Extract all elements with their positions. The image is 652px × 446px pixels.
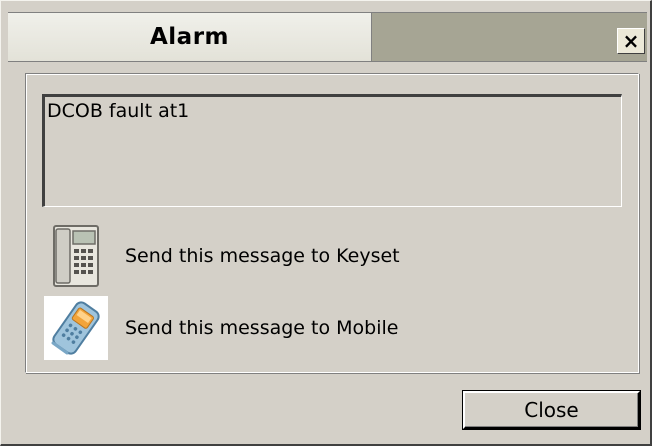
close-button[interactable]: Close	[462, 390, 641, 430]
close-window-button[interactable]: ×	[617, 28, 645, 54]
title-bar: Alarm ×	[8, 12, 647, 62]
send-to-mobile-label: Send this message to Mobile	[125, 317, 399, 339]
send-to-keyset-label: Send this message to Keyset	[125, 245, 400, 267]
title-tab: Alarm	[8, 13, 372, 61]
alarm-dialog: Alarm × DCOB fault at1 Send this message…	[0, 0, 652, 446]
alarm-message-field[interactable]: DCOB fault at1	[42, 94, 622, 207]
close-icon: ×	[622, 29, 640, 53]
send-to-mobile-option[interactable]: Send this message to Mobile	[44, 296, 604, 360]
content-panel: DCOB fault at1 Send this message to Keys…	[25, 73, 639, 373]
keyset-phone-icon	[44, 224, 108, 288]
mobile-phone-icon	[44, 296, 108, 360]
dialog-title: Alarm	[149, 24, 229, 50]
send-to-keyset-option[interactable]: Send this message to Keyset	[44, 224, 604, 288]
